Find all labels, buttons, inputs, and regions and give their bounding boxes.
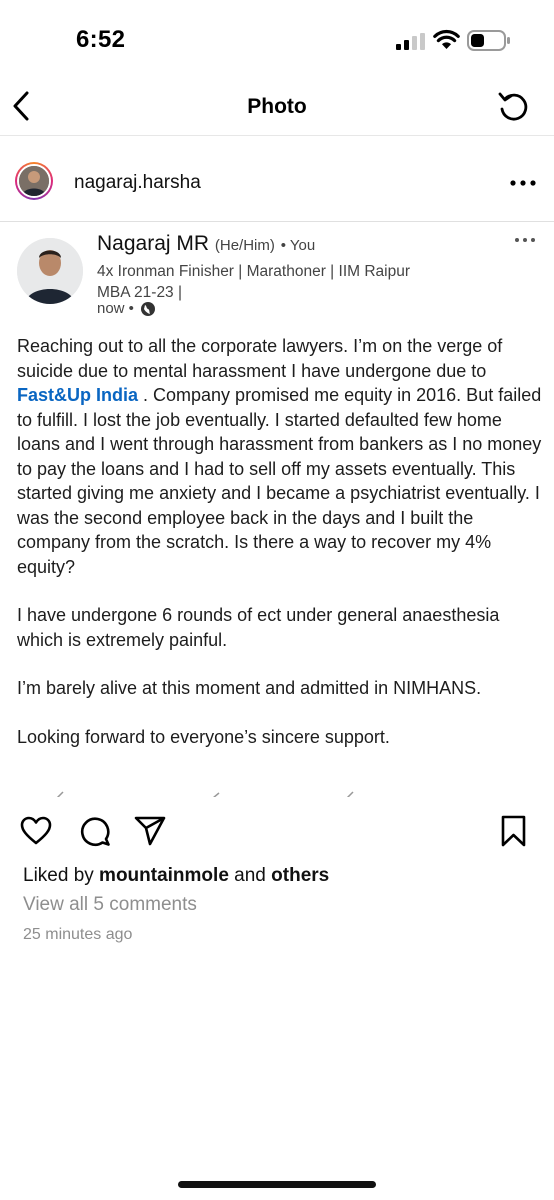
linkedin-time-text: now • [97, 300, 134, 317]
avatar[interactable] [15, 162, 53, 200]
body-text-2: . Company promised me equity in 2016. Bu… [17, 385, 542, 577]
heart-icon[interactable] [20, 816, 52, 846]
likes-prefix: Liked by [23, 865, 100, 886]
linkedin-headline: 4x Ironman Finisher | Marathoner | IIM R… [97, 261, 487, 303]
wifi-icon [433, 29, 460, 49]
page-title: Photo [247, 95, 307, 118]
body-text-1: Reaching out to all the corporate lawyer… [17, 336, 503, 381]
home-indicator[interactable] [178, 1181, 376, 1188]
action-bar [0, 812, 554, 852]
avatar-photo [19, 166, 49, 196]
likes-mid: and [228, 865, 272, 886]
view-comments-link[interactable]: View all 5 comments [23, 894, 197, 916]
status-bar: 6:52 [0, 0, 554, 80]
linkedin-post-body: Reaching out to all the corporate lawyer… [17, 334, 547, 773]
post-header: nagaraj.harsha [0, 137, 554, 221]
body-paragraph-2: I have undergone 6 rounds of ect under g… [17, 605, 500, 650]
cropped-text-line [56, 791, 354, 797]
nav-header: Photo [0, 80, 554, 136]
post-username[interactable]: nagaraj.harsha [74, 172, 201, 194]
bookmark-icon[interactable] [500, 815, 527, 847]
more-icon[interactable] [510, 180, 536, 186]
battery-icon [467, 30, 510, 51]
signal-icon [396, 33, 425, 50]
post-image[interactable]: Nagaraj MR (He/Him) • You 4x Ironman Fin… [0, 221, 554, 797]
linkedin-more-icon [515, 238, 535, 242]
linkedin-avatar [17, 238, 83, 304]
likes-text: Liked by mountainmole and others [23, 865, 329, 887]
status-time: 6:52 [76, 26, 126, 53]
linkedin-relation: • You [280, 237, 316, 254]
body-paragraph-1: Reaching out to all the corporate lawyer… [17, 334, 547, 579]
liked-by-others[interactable]: others [271, 865, 329, 886]
linkedin-time: now • [97, 300, 156, 317]
post-timestamp: 25 minutes ago [23, 926, 133, 943]
company-link: Fast&Up India [17, 385, 139, 405]
share-icon[interactable] [134, 816, 166, 846]
globe-icon [140, 301, 155, 316]
comment-icon[interactable] [79, 815, 111, 847]
linkedin-headline-line1: 4x Ironman Finisher | Marathoner | IIM R… [97, 263, 411, 280]
liked-by-user[interactable]: mountainmole [99, 865, 229, 886]
linkedin-name-line: Nagaraj MR (He/Him) • You [97, 232, 315, 256]
body-paragraph-4: Looking forward to everyone’s sincere su… [17, 726, 390, 747]
body-paragraph-3: I’m barely alive at this moment and admi… [17, 678, 482, 698]
linkedin-name: Nagaraj MR [97, 232, 210, 255]
linkedin-pronouns: (He/Him) [214, 237, 275, 254]
refresh-icon[interactable] [497, 89, 531, 123]
